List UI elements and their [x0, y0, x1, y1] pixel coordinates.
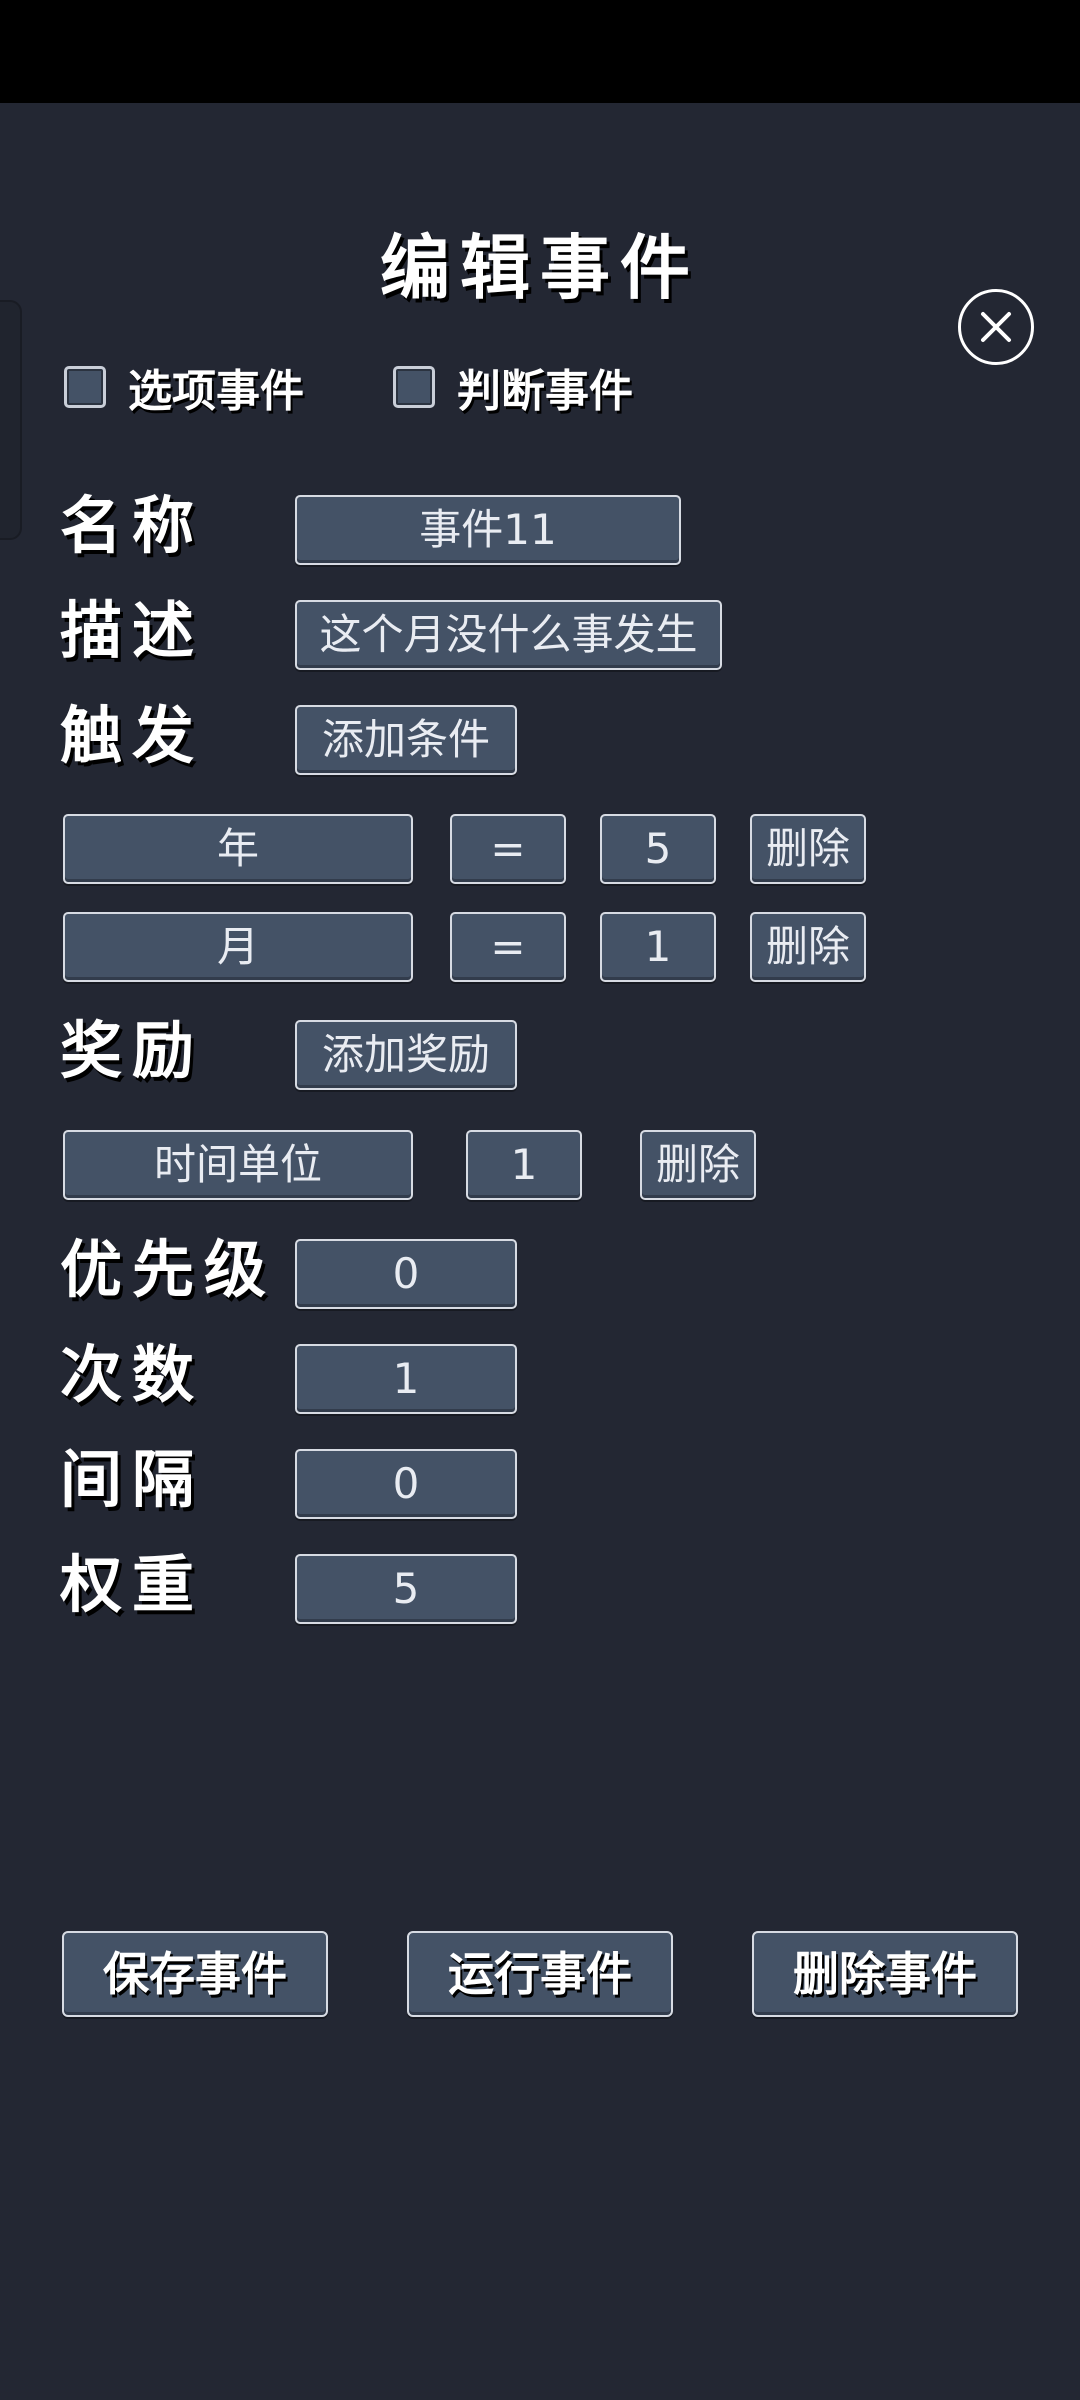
trigger-label: 触发: [60, 699, 205, 772]
judge-event-toggle[interactable]: 判断事件: [393, 357, 633, 417]
close-icon: [981, 312, 1011, 342]
delete-event-button[interactable]: 删除事件: [752, 1931, 1018, 2017]
name-label: 名称: [60, 489, 205, 562]
option-event-checkbox[interactable]: [64, 366, 106, 408]
priority-label: 优先级: [60, 1233, 277, 1306]
reward-value-field[interactable]: 1: [466, 1130, 582, 1200]
interval-field[interactable]: 0: [295, 1449, 517, 1519]
condition-value-field[interactable]: 5: [600, 814, 716, 884]
add-reward-button[interactable]: 添加奖励: [295, 1020, 517, 1090]
condition-variable-select[interactable]: 年: [63, 814, 413, 884]
judge-event-label: 判断事件: [457, 366, 633, 417]
condition-operator-select[interactable]: =: [450, 814, 566, 884]
desc-label: 描述: [60, 594, 205, 667]
side-drawer-handle[interactable]: [0, 300, 22, 540]
count-field[interactable]: 1: [295, 1344, 517, 1414]
condition-delete-button[interactable]: 删除: [750, 912, 866, 982]
condition-variable-select[interactable]: 月: [63, 912, 413, 982]
interval-label: 间隔: [60, 1443, 205, 1516]
page-title: 编辑事件: [380, 227, 700, 309]
condition-value-field[interactable]: 1: [600, 912, 716, 982]
count-label: 次数: [60, 1338, 205, 1411]
run-event-button[interactable]: 运行事件: [407, 1931, 673, 2017]
save-event-button[interactable]: 保存事件: [62, 1931, 328, 2017]
condition-operator-select[interactable]: =: [450, 912, 566, 982]
desc-field[interactable]: 这个月没什么事发生: [295, 600, 722, 670]
priority-field[interactable]: 0: [295, 1239, 517, 1309]
reward-delete-button[interactable]: 删除: [640, 1130, 756, 1200]
option-event-toggle[interactable]: 选项事件: [64, 357, 304, 417]
close-button[interactable]: [958, 289, 1034, 365]
option-event-label: 选项事件: [128, 366, 304, 417]
condition-delete-button[interactable]: 删除: [750, 814, 866, 884]
status-bar: [0, 0, 1080, 103]
judge-event-checkbox[interactable]: [393, 366, 435, 408]
weight-field[interactable]: 5: [295, 1554, 517, 1624]
reward-label: 奖励: [60, 1014, 205, 1087]
reward-type-select[interactable]: 时间单位: [63, 1130, 413, 1200]
add-condition-button[interactable]: 添加条件: [295, 705, 517, 775]
weight-label: 权重: [60, 1548, 205, 1621]
name-field[interactable]: 事件11: [295, 495, 681, 565]
